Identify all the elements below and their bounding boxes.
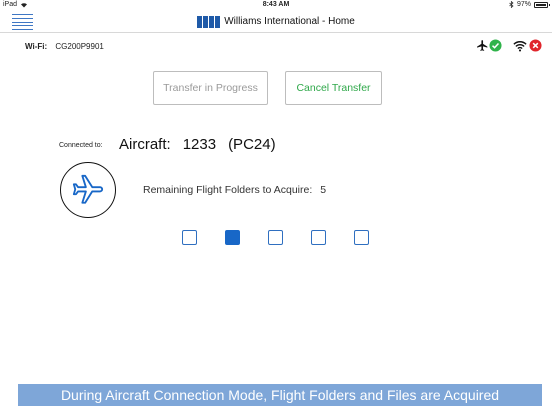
aircraft-info: Aircraft: 1233 (PC24) bbox=[119, 136, 276, 153]
wifi-info: Wi-Fi: CG200P9901 bbox=[25, 42, 104, 51]
page-title: Williams International - Home bbox=[224, 16, 355, 27]
airplane-icon bbox=[72, 174, 104, 204]
bluetooth-icon bbox=[509, 1, 514, 8]
aircraft-avatar bbox=[60, 162, 116, 218]
status-bar: iPad 8:43 AM 97% bbox=[0, 0, 552, 11]
aircraft-label: Aircraft: bbox=[119, 136, 171, 153]
battery-fill bbox=[536, 3, 546, 6]
wifi-icon bbox=[513, 40, 527, 52]
williams-logo bbox=[197, 15, 221, 28]
battery-percent: 97% bbox=[516, 1, 531, 8]
wifi-label: Wi-Fi: bbox=[25, 42, 48, 51]
remaining-count: 5 bbox=[320, 184, 327, 196]
progress-box bbox=[268, 230, 283, 245]
remaining-label: Remaining Flight Folders to Acquire: bbox=[143, 184, 313, 196]
progress-box bbox=[182, 230, 197, 245]
cancel-transfer-button[interactable]: Cancel Transfer bbox=[285, 71, 382, 105]
red-x-icon bbox=[529, 39, 542, 52]
aircraft-model: (PC24) bbox=[228, 136, 276, 153]
transfer-in-progress-button: Transfer in Progress bbox=[153, 71, 268, 105]
wifi-network-name: CG200P9901 bbox=[55, 42, 104, 51]
status-right: 97% bbox=[509, 1, 550, 8]
progress-box bbox=[225, 230, 240, 245]
connection-status-icons bbox=[476, 39, 542, 52]
airplane-icon bbox=[477, 40, 488, 51]
remaining-folders: Remaining Flight Folders to Acquire: 5 bbox=[143, 184, 326, 196]
aircraft-number: 1233 bbox=[182, 136, 217, 153]
clock: 8:43 AM bbox=[262, 1, 290, 8]
green-check-icon bbox=[489, 39, 502, 52]
nav-title: Williams International - Home bbox=[0, 15, 552, 28]
battery-icon bbox=[534, 1, 550, 8]
connected-to-label: Connected to: bbox=[59, 142, 103, 149]
nav-bar: Williams International - Home bbox=[0, 11, 552, 33]
footer-banner: During Aircraft Connection Mode, Flight … bbox=[18, 384, 542, 406]
progress-box bbox=[311, 230, 326, 245]
progress-box bbox=[354, 230, 369, 245]
